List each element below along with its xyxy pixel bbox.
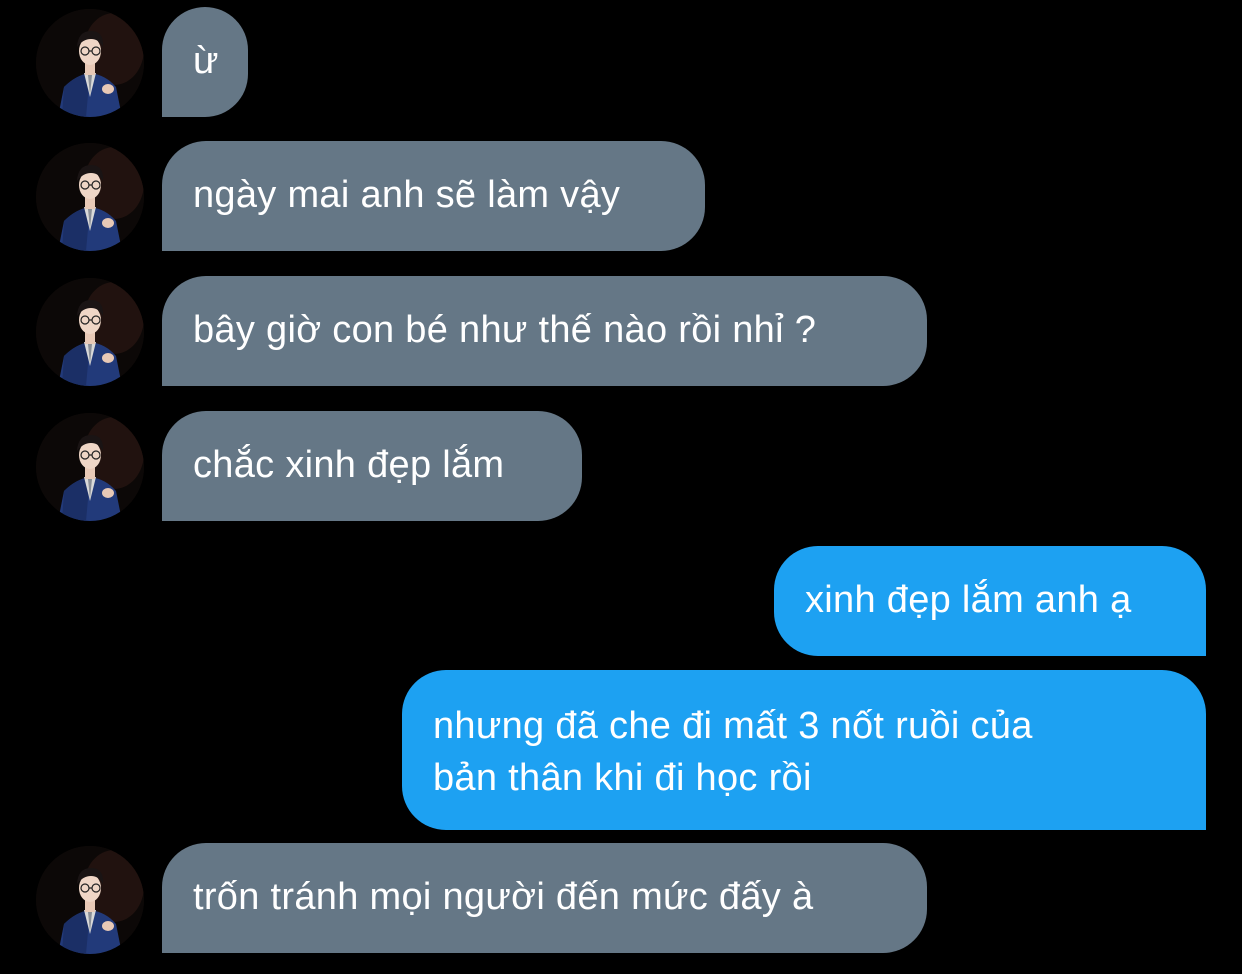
message-line: nhưng đã che đi mất 3 nốt ruồi của	[433, 705, 1033, 747]
contact-avatar[interactable]	[36, 9, 144, 117]
avatar-photo-icon	[36, 9, 144, 117]
contact-avatar[interactable]	[36, 413, 144, 521]
contact-avatar[interactable]	[36, 278, 144, 386]
contact-avatar[interactable]	[36, 143, 144, 251]
outgoing-message-bubble[interactable]: xinh đẹp lắm anh ạ	[774, 546, 1206, 656]
avatar-photo-icon	[36, 278, 144, 386]
incoming-message-bubble[interactable]: trốn tránh mọi người đến mức đấy à	[162, 843, 927, 953]
avatar-photo-icon	[36, 143, 144, 251]
contact-avatar[interactable]	[36, 846, 144, 954]
incoming-message-bubble[interactable]: ừ	[162, 7, 248, 117]
avatar-photo-icon	[36, 846, 144, 954]
incoming-message-bubble[interactable]: chắc xinh đẹp lắm	[162, 411, 582, 521]
avatar-photo-icon	[36, 413, 144, 521]
incoming-message-bubble[interactable]: bây giờ con bé như thế nào rồi nhỉ ?	[162, 276, 927, 386]
message-line: bản thân khi đi học rồi	[433, 757, 812, 799]
incoming-message-bubble[interactable]: ngày mai anh sẽ làm vậy	[162, 141, 705, 251]
outgoing-message-bubble[interactable]: nhưng đã che đi mất 3 nốt ruồi của bản t…	[402, 670, 1206, 830]
